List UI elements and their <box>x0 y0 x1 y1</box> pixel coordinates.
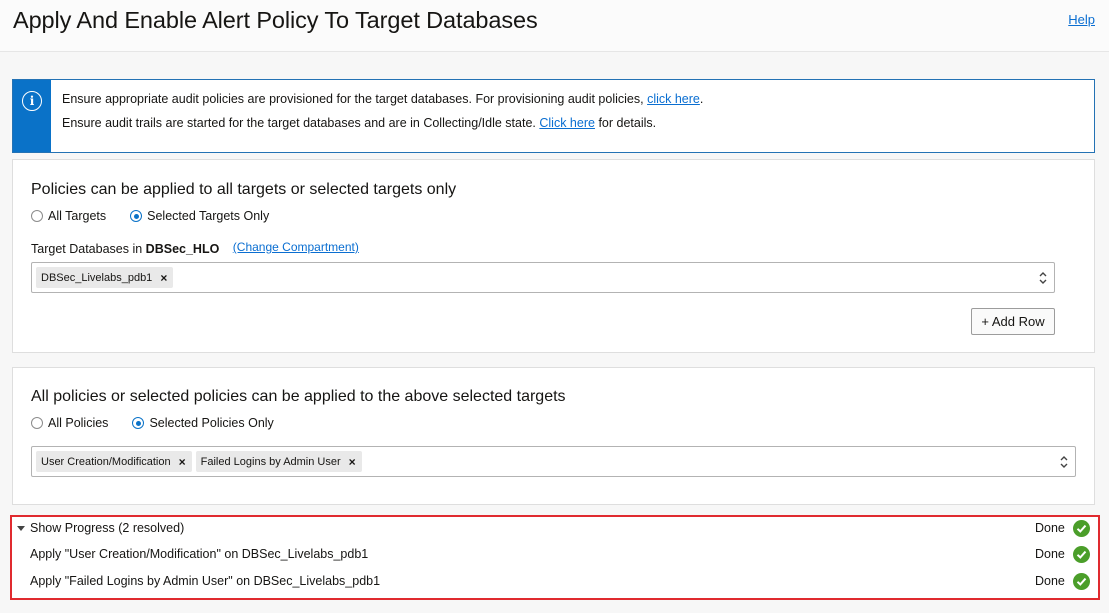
compartment-name: DBSec_HLO <box>145 242 220 256</box>
progress-status: Done <box>1035 521 1065 535</box>
radio-selected-policies-label: Selected Policies Only <box>149 416 274 430</box>
change-compartment-link[interactable]: (Change Compartment) <box>233 240 359 254</box>
info-icon: i <box>22 91 42 111</box>
radio-all-policies-circle[interactable] <box>31 417 43 429</box>
progress-header-label: Show Progress (2 resolved) <box>30 521 185 535</box>
info-line-2-end: for details. <box>598 116 657 130</box>
select-toggle-icon[interactable] <box>1038 270 1048 286</box>
policies-select[interactable]: User Creation/Modification × Failed Logi… <box>31 446 1076 477</box>
remove-chip-icon[interactable]: × <box>349 455 356 469</box>
progress-status: Done <box>1035 547 1065 561</box>
help-link[interactable]: Help <box>1068 12 1095 27</box>
info-line-2: Ensure audit trails are started for the … <box>62 116 656 130</box>
info-line-1: Ensure appropriate audit policies are pr… <box>62 92 703 106</box>
target-databases-label-prefix: Target Databases in <box>31 242 143 256</box>
policies-section-title: All policies or selected policies can be… <box>31 388 566 405</box>
target-chip: DBSec_Livelabs_pdb1 × <box>36 267 174 288</box>
policy-chip-label: User Creation/Modification <box>41 455 171 468</box>
progress-row: Apply "Failed Logins by Admin User" on D… <box>12 570 1098 594</box>
info-line-1-end: . <box>699 92 704 106</box>
targets-section: Policies can be applied to all targets o… <box>12 159 1095 353</box>
progress-header-row[interactable]: Show Progress (2 resolved) Done <box>12 517 1098 541</box>
remove-chip-icon[interactable]: × <box>160 271 167 285</box>
radio-selected-targets-circle[interactable] <box>130 210 143 222</box>
progress-row-label: Apply "Failed Logins by Admin User" on D… <box>30 574 381 588</box>
radio-all-policies-label: All Policies <box>48 416 109 430</box>
radio-selected-policies-circle[interactable] <box>132 417 145 429</box>
radio-selected-policies[interactable]: Selected Policies Only <box>132 416 274 430</box>
check-success-icon <box>1073 573 1090 590</box>
caret-down-icon[interactable] <box>17 526 25 531</box>
info-line-2-text: Ensure audit trails are started for the … <box>62 116 536 130</box>
target-chip-label: DBSec_Livelabs_pdb1 <box>41 271 153 284</box>
select-toggle-icon[interactable] <box>1059 454 1069 470</box>
info-banner: i Ensure appropriate audit policies are … <box>12 79 1095 153</box>
radio-all-targets-circle[interactable] <box>31 210 43 222</box>
radio-selected-targets-label: Selected Targets Only <box>147 209 270 223</box>
progress-status: Done <box>1035 574 1065 588</box>
page-header: Apply And Enable Alert Policy To Target … <box>0 0 1109 52</box>
radio-all-targets-label: All Targets <box>48 209 107 223</box>
target-databases-label: Target Databases in DBSec_HLO (Change Co… <box>31 240 359 256</box>
policies-radio-group: All Policies Selected Policies Only <box>31 416 298 430</box>
policy-chip: Failed Logins by Admin User × <box>195 451 362 472</box>
check-success-icon <box>1073 520 1090 537</box>
radio-all-targets[interactable]: All Targets <box>31 209 106 223</box>
remove-chip-icon[interactable]: × <box>179 455 186 469</box>
progress-row-label: Apply "User Creation/Modification" on DB… <box>30 547 369 561</box>
check-success-icon <box>1073 546 1090 563</box>
target-databases-select[interactable]: DBSec_Livelabs_pdb1 × <box>31 262 1055 293</box>
targets-radio-group: All Targets Selected Targets Only <box>31 209 293 223</box>
radio-all-policies[interactable]: All Policies <box>31 416 108 430</box>
policy-chip-label: Failed Logins by Admin User <box>200 455 341 468</box>
policy-chips: User Creation/Modification × Failed Logi… <box>36 451 366 472</box>
target-chips: DBSec_Livelabs_pdb1 × <box>36 267 177 288</box>
info-line-1-text: Ensure appropriate audit policies are pr… <box>62 92 644 106</box>
progress-panel: Show Progress (2 resolved) Done Apply "U… <box>10 515 1100 600</box>
page-title: Apply And Enable Alert Policy To Target … <box>13 7 538 33</box>
audit-trails-details-link[interactable]: Click here <box>539 116 595 130</box>
policy-chip: User Creation/Modification × <box>36 451 192 472</box>
add-row-button[interactable]: + Add Row <box>971 308 1055 335</box>
targets-section-title: Policies can be applied to all targets o… <box>31 181 457 198</box>
progress-row: Apply "User Creation/Modification" on DB… <box>12 543 1098 567</box>
info-banner-stripe: i <box>13 80 51 152</box>
radio-selected-targets[interactable]: Selected Targets Only <box>130 209 269 223</box>
provision-audit-policies-link[interactable]: click here <box>647 92 700 106</box>
policies-section: All policies or selected policies can be… <box>12 367 1095 505</box>
